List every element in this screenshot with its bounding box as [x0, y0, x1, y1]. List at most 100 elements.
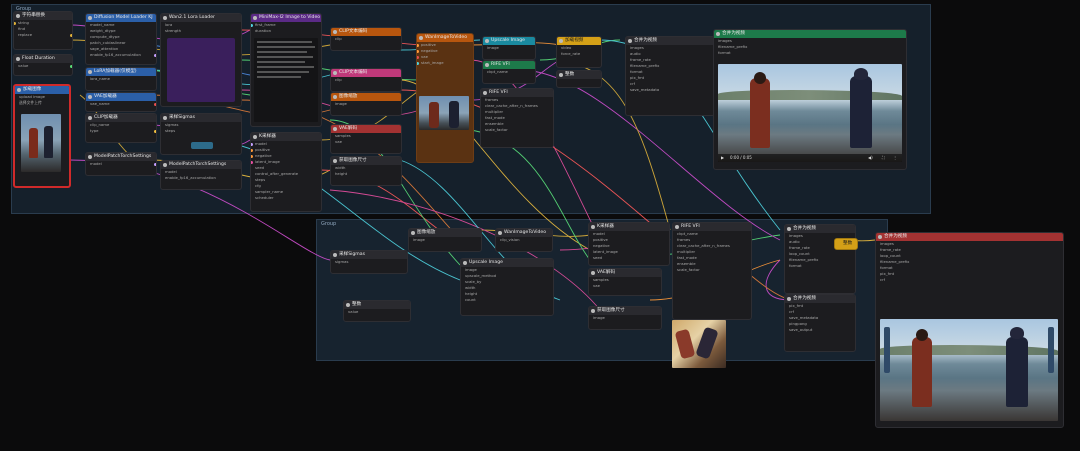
output-port-icon[interactable]	[154, 163, 156, 166]
fullscreen-icon[interactable]: ⛶	[882, 155, 885, 160]
node-row[interactable]: steps	[161, 128, 241, 134]
node-row[interactable]: model	[86, 161, 156, 167]
video-controls-bar[interactable]: ▶ 0:00 / 0:05 ◀) ⛶ ⋮	[718, 154, 902, 162]
prompt-textarea[interactable]	[254, 38, 318, 122]
wan-i2v-bottom-node[interactable]: WanImageToVideo clip_vision	[495, 228, 553, 252]
node-header[interactable]: RIFE VFI	[483, 61, 535, 69]
collapse-dot-icon[interactable]	[485, 63, 489, 67]
node-row[interactable]: vae	[589, 283, 661, 289]
collapse-dot-icon[interactable]	[333, 127, 337, 131]
node-header[interactable]: RIFE VFI	[481, 89, 553, 97]
collapse-dot-icon[interactable]	[878, 235, 882, 239]
ksampler-main-node[interactable]: K采样器 model positive negative latent_imag…	[250, 132, 322, 212]
input-port-icon[interactable]	[14, 22, 16, 25]
collapse-dot-icon[interactable]	[483, 91, 487, 95]
node-row[interactable]: type	[86, 128, 156, 134]
output-port-icon[interactable]	[154, 130, 156, 133]
collapse-dot-icon[interactable]	[16, 14, 20, 18]
volume-icon[interactable]: ◀)	[868, 155, 873, 160]
load-image-node[interactable]: 字符串替换 string find replace	[13, 11, 73, 50]
get-image-size-node[interactable]: 获取图像尺寸 width height	[330, 156, 402, 186]
collapse-dot-icon[interactable]	[253, 16, 257, 20]
node-row[interactable]: clip	[331, 77, 401, 83]
sigmas-node-left[interactable]: 采样Sigmas sigmas	[330, 250, 408, 274]
node-header[interactable]: CLIP加载器	[86, 114, 156, 122]
lora-loader-node[interactable]: LoRA加载器(仅模型) lora_name	[85, 67, 157, 91]
node-row[interactable]: image	[409, 237, 481, 243]
collapse-dot-icon[interactable]	[88, 70, 92, 74]
input-port-icon[interactable]	[251, 24, 253, 27]
collapse-dot-icon[interactable]	[253, 135, 257, 139]
node-header[interactable]: Upscale Image	[483, 37, 535, 45]
sampler-small-node[interactable]: 采样Sigmas sigmas steps	[160, 113, 242, 155]
collapse-dot-icon[interactable]	[628, 39, 632, 43]
node-row[interactable]: enable_fp16_accumulation	[86, 52, 156, 58]
collapse-dot-icon[interactable]	[88, 95, 92, 99]
node-header[interactable]: Upscale Image	[461, 259, 553, 267]
node-row[interactable]: ckpt_name	[483, 69, 535, 75]
collapse-dot-icon[interactable]	[463, 261, 467, 265]
node-row[interactable]: count	[461, 297, 553, 303]
float-duration-node[interactable]: Float Duration value	[13, 54, 73, 76]
collapse-dot-icon[interactable]	[17, 88, 21, 92]
output-port-icon[interactable]	[154, 54, 156, 57]
node-header[interactable]: RIFE VFI	[673, 223, 751, 231]
node-row[interactable]: format	[714, 50, 906, 56]
node-row[interactable]: scheduler	[251, 195, 321, 201]
node-header[interactable]: VAE解码	[331, 125, 401, 133]
collapse-dot-icon[interactable]	[333, 159, 337, 163]
node-row[interactable]: clip_vision	[496, 237, 552, 243]
wan-image-to-video-node[interactable]: WanImageToVideo positive negative vae st…	[416, 33, 474, 163]
int-node[interactable]: 整数	[556, 70, 602, 88]
input-port-icon[interactable]	[251, 155, 253, 158]
video-preview-node-bottom[interactable]: 合并为视频 images frame_rate loop_count filen…	[875, 232, 1064, 428]
node-header[interactable]: 整数	[835, 239, 857, 249]
node-header[interactable]: 图像缩放	[409, 229, 481, 237]
input-port-icon[interactable]	[417, 62, 419, 65]
node-header[interactable]: Wan2.1 Lora Loader	[161, 14, 241, 22]
node-header[interactable]: 合并为视频	[785, 225, 855, 233]
node-header[interactable]: 整数	[557, 71, 601, 79]
clip-text-positive-node[interactable]: CLIP文本编码 clip	[330, 27, 402, 51]
node-row[interactable]: save_metadata	[626, 87, 714, 93]
upscale-image-node[interactable]: Upscale Image image	[482, 36, 536, 60]
diffusion-model-loader-node[interactable]: Diffusion Model Loader KJ model_name wei…	[85, 13, 157, 65]
node-canvas[interactable]: Group Group 字符串替换 string find replace Fl…	[0, 0, 1080, 451]
node-header[interactable]: VAE解码	[589, 269, 661, 277]
load-video-node[interactable]: 加载视频 video force_rate	[556, 36, 602, 68]
play-icon[interactable]: ▶	[721, 155, 724, 160]
ksampler-bottom-node[interactable]: K采样器 model positive negative latent_imag…	[588, 222, 670, 266]
upload-button[interactable]: 选择文件上传	[15, 100, 69, 106]
node-header[interactable]: 合并为视频	[876, 233, 1063, 241]
collapse-dot-icon[interactable]	[591, 309, 595, 313]
node-row[interactable]: crf	[876, 277, 1063, 283]
input-port-icon[interactable]	[251, 149, 253, 152]
node-header[interactable]: 获取图像尺寸	[589, 307, 661, 315]
node-row[interactable]: image	[483, 45, 535, 51]
collapse-dot-icon[interactable]	[16, 57, 20, 61]
node-header[interactable]: MiniMax-I2 Image to Video	[251, 14, 321, 22]
node-row[interactable]: force_rate	[557, 51, 601, 57]
rife-bottom-node[interactable]: RIFE VFI ckpt_name frames clear_cache_af…	[672, 222, 752, 320]
load-image-input-node[interactable]: 加载图像 upload image 选择文件上传	[13, 84, 71, 188]
model-patch-node[interactable]: ModelPatchTorchSettings model	[85, 152, 157, 176]
node-header[interactable]: LoRA加载器(仅模型)	[86, 68, 156, 76]
collapse-dot-icon[interactable]	[591, 271, 595, 275]
collapse-dot-icon[interactable]	[591, 225, 595, 229]
input-port-icon[interactable]	[417, 50, 419, 53]
clip-loader-node[interactable]: CLIP加载器 clip_name type	[85, 113, 157, 143]
collapse-dot-icon[interactable]	[346, 303, 350, 307]
collapse-dot-icon[interactable]	[333, 71, 337, 75]
collapse-dot-icon[interactable]	[411, 231, 415, 235]
collapse-dot-icon[interactable]	[716, 32, 720, 36]
collapse-dot-icon[interactable]	[675, 225, 679, 229]
node-row[interactable]: save_output	[785, 327, 855, 333]
video-settings-bottom-node[interactable]: 合并为视频 pix_fmt crf save_metadata pingpong…	[784, 294, 856, 352]
node-row[interactable]: scale_factor	[673, 267, 751, 273]
collapse-dot-icon[interactable]	[163, 16, 167, 20]
node-header[interactable]: ModelPatchTorchSettings	[161, 161, 241, 169]
wan-lora-node[interactable]: Wan2.1 Lora Loader lora strength	[160, 13, 242, 107]
node-row[interactable]: sigmas	[331, 259, 407, 265]
output-port-icon[interactable]	[70, 34, 72, 37]
collapse-dot-icon[interactable]	[88, 16, 92, 20]
